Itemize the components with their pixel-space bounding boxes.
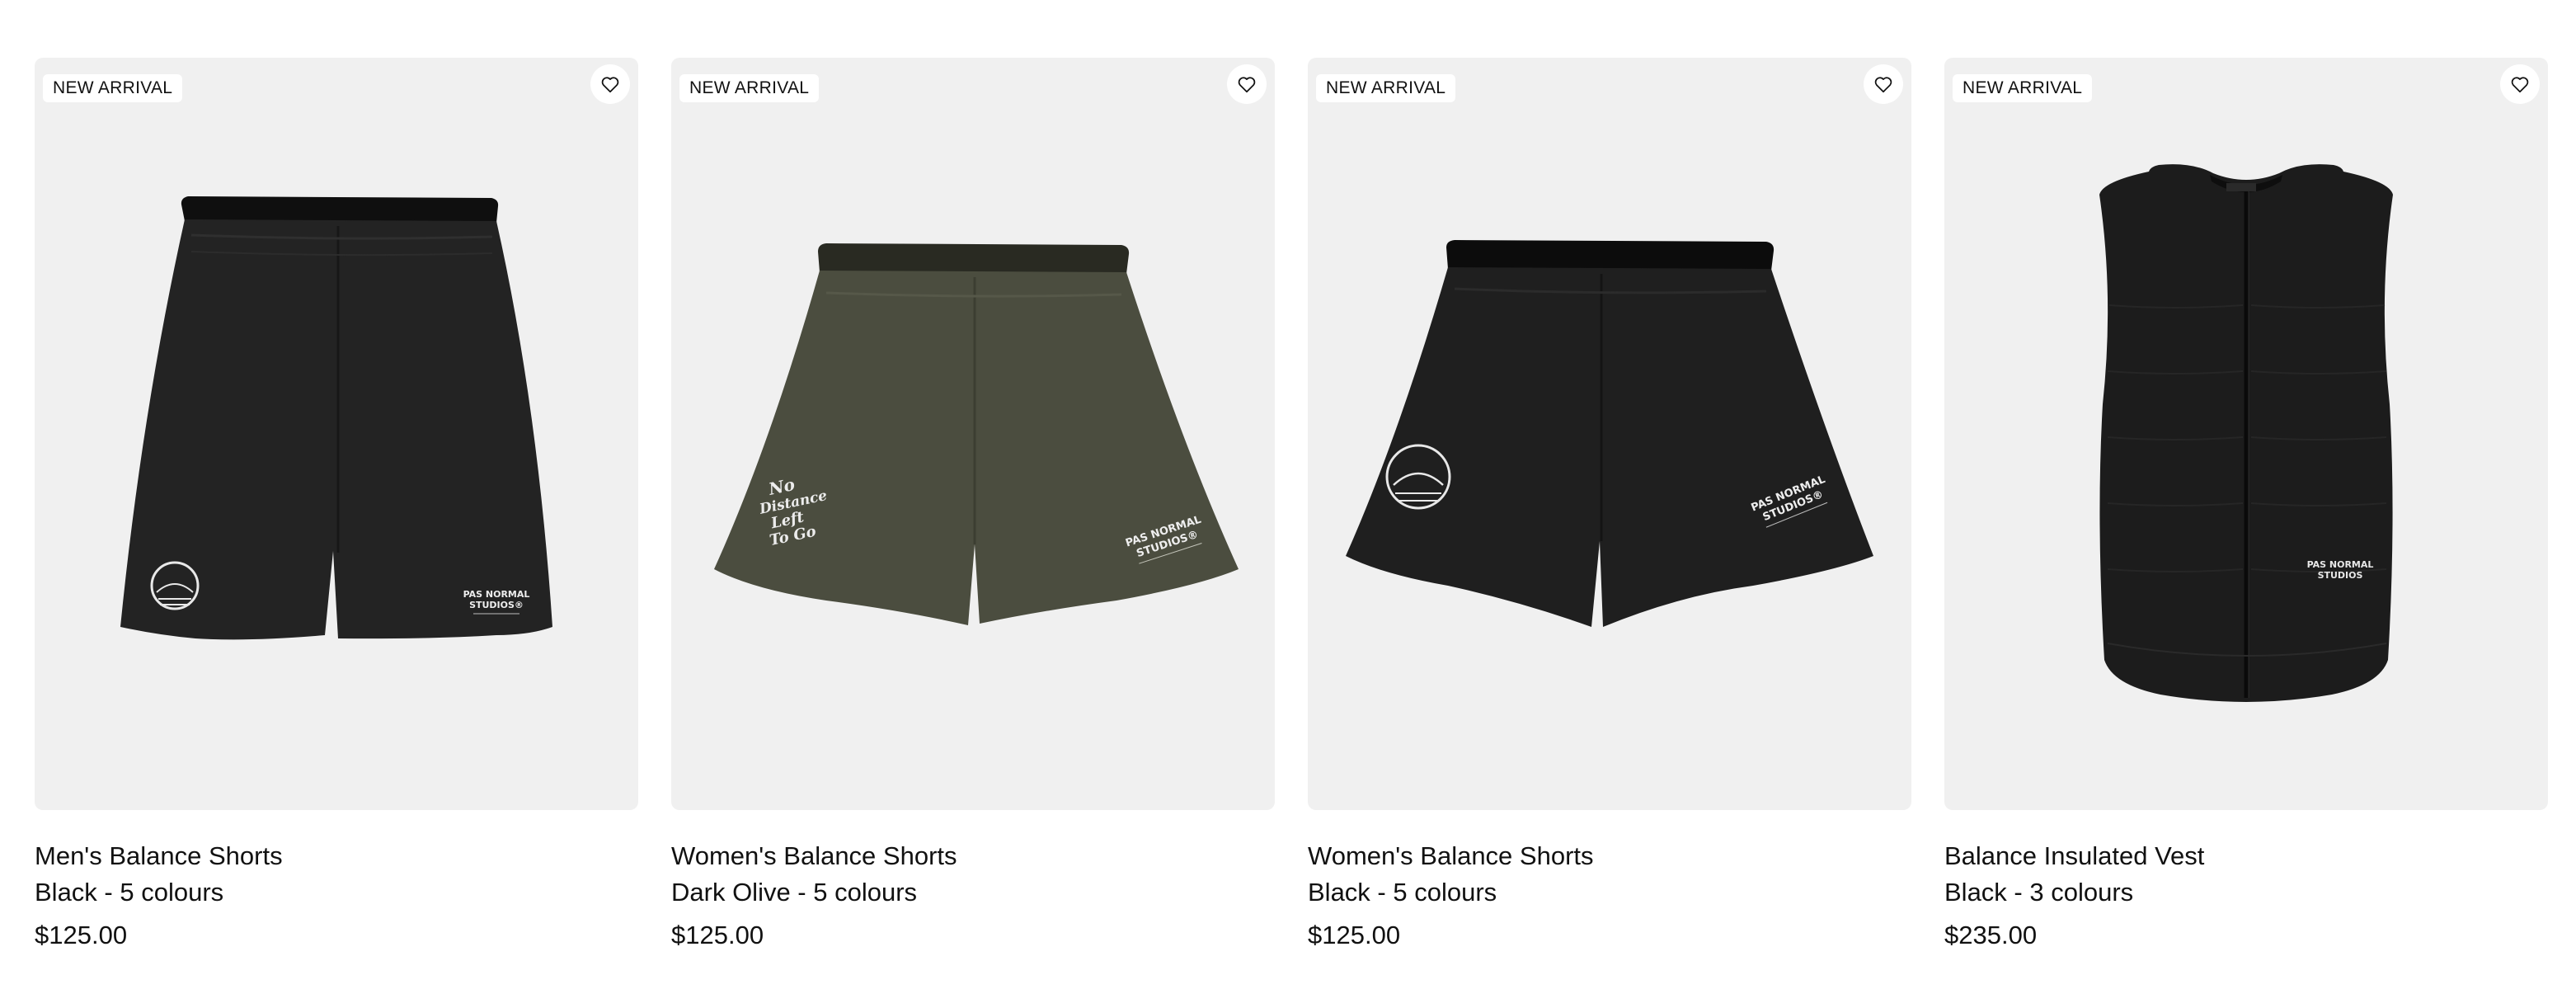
brand-print: PAS NORMAL [2307, 559, 2374, 570]
product-info: Women's Balance Shorts Dark Olive - 5 co… [671, 810, 1275, 954]
product-image: No Distance Left To Go PAS NORMAL STUDIO… [714, 243, 1239, 625]
product-variant: Black - 5 colours [35, 878, 224, 907]
new-arrival-badge: NEW ARRIVAL [1953, 74, 2093, 102]
product-name[interactable]: Balance Insulated Vest [1944, 838, 2548, 874]
brand-print: PAS NORMAL [463, 589, 530, 600]
product-image: PAS NORMAL STUDIOS [2099, 164, 2393, 703]
product-variant: Black - 5 colours [1308, 878, 1497, 907]
wishlist-button[interactable] [590, 64, 630, 104]
wishlist-button[interactable] [2500, 64, 2540, 104]
brand-print: STUDIOS [2318, 570, 2363, 581]
product-image: PAS NORMAL STUDIOS® [120, 196, 552, 640]
new-arrival-badge: NEW ARRIVAL [43, 74, 183, 102]
product-card[interactable]: PAS NORMAL STUDIOS® NEW ARRIVAL Women's … [1308, 58, 1911, 954]
product-name[interactable]: Women's Balance Shorts [671, 838, 1275, 874]
product-card[interactable]: PAS NORMAL STUDIOS® NEW ARRIVAL Men's Ba… [35, 58, 638, 954]
product-card[interactable]: No Distance Left To Go PAS NORMAL STUDIO… [671, 58, 1275, 954]
product-image-link[interactable]: PAS NORMAL STUDIOS NEW ARRIVAL [1944, 58, 2548, 810]
product-image-link[interactable]: PAS NORMAL STUDIOS® NEW ARRIVAL [35, 58, 638, 810]
product-image-link[interactable]: No Distance Left To Go PAS NORMAL STUDIO… [671, 58, 1275, 810]
wishlist-button[interactable] [1864, 64, 1903, 104]
product-variant: Black - 3 colours [1944, 878, 2134, 907]
product-grid: PAS NORMAL STUDIOS® NEW ARRIVAL Men's Ba… [35, 58, 2548, 954]
new-arrival-badge: NEW ARRIVAL [679, 74, 820, 102]
heart-outline-icon [1238, 77, 1256, 93]
heart-outline-icon [601, 77, 619, 93]
heart-outline-icon [1874, 77, 1892, 93]
product-price: $125.00 [671, 921, 764, 949]
brand-print: STUDIOS® [469, 600, 524, 610]
product-image-link[interactable]: PAS NORMAL STUDIOS® NEW ARRIVAL [1308, 58, 1911, 810]
heart-outline-icon [2511, 77, 2529, 93]
product-card[interactable]: PAS NORMAL STUDIOS NEW ARRIVAL Balance I… [1944, 58, 2548, 954]
product-image: PAS NORMAL STUDIOS® [1346, 240, 1873, 627]
product-name[interactable]: Women's Balance Shorts [1308, 838, 1911, 874]
wishlist-button[interactable] [1227, 64, 1267, 104]
product-price: $125.00 [35, 921, 128, 949]
product-info: Balance Insulated Vest Black - 3 colours… [1944, 810, 2548, 954]
product-price: $235.00 [1944, 921, 2038, 949]
new-arrival-badge: NEW ARRIVAL [1316, 74, 1456, 102]
product-info: Women's Balance Shorts Black - 5 colours… [1308, 810, 1911, 954]
product-name[interactable]: Men's Balance Shorts [35, 838, 638, 874]
product-price: $125.00 [1308, 921, 1401, 949]
product-variant: Dark Olive - 5 colours [671, 878, 918, 907]
product-info: Men's Balance Shorts Black - 5 colours $… [35, 810, 638, 954]
